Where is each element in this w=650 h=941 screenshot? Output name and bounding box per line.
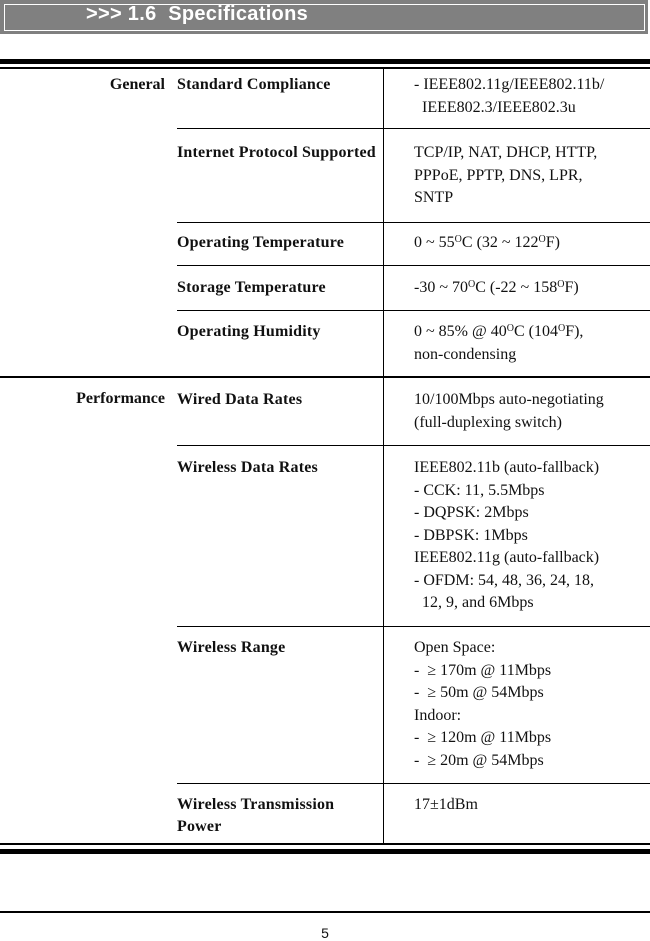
- footer-rule: [0, 911, 650, 913]
- spec-value: Open Space: - ≥ 170m @ 11Mbps - ≥ 50m @ …: [414, 639, 552, 769]
- column-divider: [383, 69, 384, 844]
- section-divider: [0, 376, 650, 378]
- table-top-rule-thick: [0, 59, 650, 64]
- row-separator: [177, 626, 650, 627]
- degree-symbol: O: [454, 234, 462, 245]
- spec-label: Storage Temperature: [177, 279, 326, 296]
- degree-symbol: O: [538, 234, 546, 245]
- degree-symbol: O: [557, 279, 565, 290]
- row-separator: [177, 128, 650, 129]
- spec-label: Wireless Transmission Power: [177, 796, 335, 835]
- table-bottom-rule-thin: [0, 843, 650, 845]
- degree-symbol: O: [506, 323, 514, 334]
- spec-value: IEEE802.11b (auto-fallback) - CCK: 11, 5…: [414, 459, 600, 611]
- spec-label: Standard Compliance: [177, 76, 331, 93]
- spec-value: 0 ~ 85% @ 40OC (104OF), non-condensing: [414, 323, 584, 363]
- spec-value: - IEEE802.11g/IEEE802.11b/ IEEE802.3/IEE…: [414, 76, 605, 116]
- spec-label: Wired Data Rates: [177, 391, 303, 408]
- section-label-general: General: [109, 76, 165, 93]
- section-title: >>> 1.6 Specifications: [86, 3, 309, 25]
- row-separator: [177, 265, 650, 266]
- table-top-rule-thin: [0, 67, 650, 69]
- row-separator: [177, 783, 650, 784]
- spec-value: -30 ~ 70OC (-22 ~ 158OF): [414, 279, 579, 296]
- degree-symbol: O: [557, 323, 566, 334]
- row-separator: [177, 310, 650, 311]
- section-header: >>> 1.6 Specifications: [0, 0, 648, 34]
- degree-symbol: O: [467, 279, 476, 290]
- spec-value: 0 ~ 55OC (32 ~ 122OF): [414, 234, 561, 251]
- section-label-performance: Performance: [76, 390, 165, 407]
- page-number: 5: [321, 925, 329, 941]
- table-bottom-rule-thick: [0, 849, 650, 854]
- row-separator: [177, 222, 650, 223]
- row-separator: [177, 445, 650, 446]
- spec-label: Operating Temperature: [177, 234, 345, 251]
- spec-value: 17±1dBm: [414, 796, 478, 813]
- spec-label: Wireless Range: [177, 639, 286, 656]
- spec-label: Wireless Data Rates: [177, 459, 318, 476]
- spec-label: Operating Humidity: [177, 323, 321, 340]
- spec-value: 10/100Mbps auto-negotiating (full-duplex…: [414, 391, 604, 431]
- spec-value: TCP/IP, NAT, DHCP, HTTP, PPPoE, PPTP, DN…: [414, 144, 598, 206]
- spec-label: Internet Protocol Supported: [177, 144, 376, 161]
